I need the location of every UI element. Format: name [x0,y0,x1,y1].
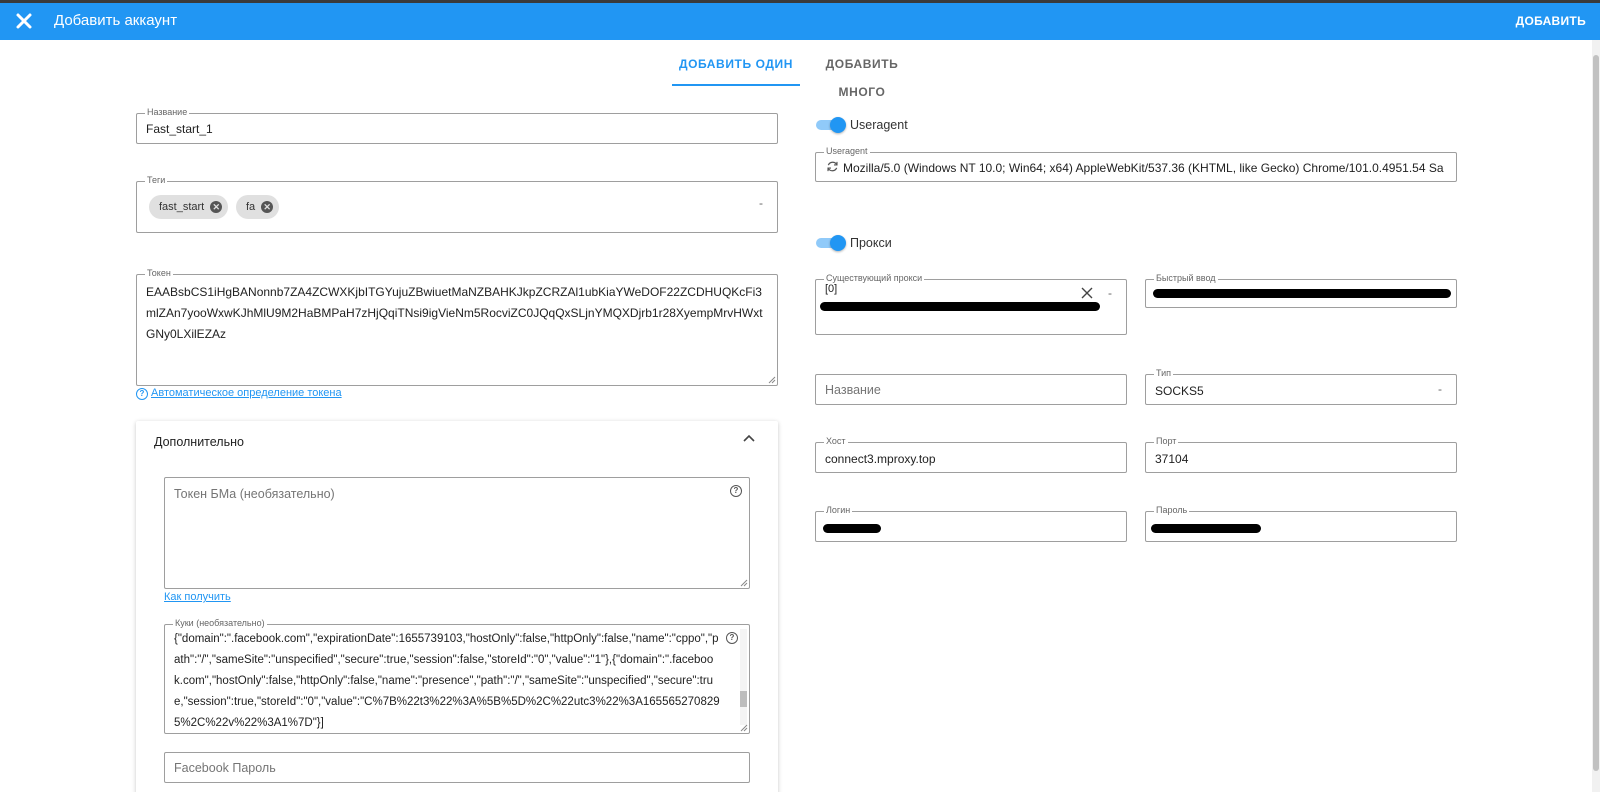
password-field[interactable]: Пароль [1145,505,1457,542]
bm-token-field[interactable]: Токен БМа (необязательно) ? [164,477,750,589]
host-value: connect3.mproxy.top [825,452,936,466]
resize-handle-icon[interactable] [740,579,748,587]
chip-remove-icon[interactable]: ✕ [210,201,223,213]
redaction-mark [823,524,881,533]
existing-proxy-field[interactable]: Существующий прокси [0] - [815,273,1127,335]
proxy-type-select[interactable]: Тип SOCKS5 - [1145,368,1457,405]
token-value: EAABsbCS1iHgBANonnb7ZA4ZCWXKjbITGYujuZBw… [146,285,763,341]
quick-input-label: Быстрый ввод [1154,273,1218,284]
password-label: Пароль [1154,505,1190,516]
existing-proxy-value: [0] [825,283,838,295]
close-icon[interactable] [12,9,36,33]
host-field[interactable]: Хост connect3.mproxy.top [815,436,1127,473]
tags-label: Теги [145,175,168,186]
tab-add-many[interactable]: ДОБАВИТЬ МНОГО [802,50,922,99]
login-label: Логин [824,505,853,516]
tag-chip-label: fast_start [159,201,205,213]
proxy-type-dropdown-icon[interactable]: - [1438,382,1442,396]
scrollbar-thumb[interactable] [1593,55,1599,771]
app-bar: Добавить аккаунт ДОБАВИТЬ [0,3,1600,40]
help-circle-icon: ? [136,388,148,400]
host-label: Хост [824,436,848,447]
tags-field[interactable]: Теги fast_start ✕ fa ✕ - [136,175,778,233]
page-scrollbar[interactable] [1592,40,1600,792]
quick-input-field[interactable]: Быстрый ввод [1145,273,1457,308]
clear-icon[interactable] [1081,287,1093,299]
chevron-up-icon[interactable] [742,431,756,445]
token-field[interactable]: Токен EAABsbCS1iHgBANonnb7ZA4ZCWXKjbITGY… [136,268,778,386]
how-to-get-link[interactable]: Как получить [164,591,231,603]
name-value: Fast_start_1 [146,122,213,136]
scrollbar-thumb[interactable] [740,691,747,707]
toggle-knob [830,117,846,133]
port-field[interactable]: Порт 37104 [1145,436,1457,473]
cookies-scroll-area: {"domain":".facebook.com","expirationDat… [165,625,751,733]
redaction-mark [1151,524,1261,533]
dialog-title: Добавить аккаунт [54,12,178,29]
resize-handle-icon[interactable] [768,376,776,384]
cookies-field[interactable]: Куки (необязательно) {"domain":".faceboo… [164,618,751,734]
useragent-value: Mozilla/5.0 (Windows NT 10.0; Win64; x64… [843,161,1444,175]
extra-panel-title[interactable]: Дополнительно [154,435,244,449]
tags-dropdown-icon[interactable]: - [759,196,763,210]
tag-chip: fast_start ✕ [149,195,229,219]
resize-handle-icon[interactable] [740,724,748,732]
fb-password-field[interactable]: Facebook Пароль [164,752,750,783]
cookies-scrollbar[interactable] [740,629,747,725]
cookies-value: {"domain":".facebook.com","expirationDat… [174,633,720,729]
redaction-mark [1153,289,1451,298]
extra-panel: Дополнительно Токен БМа (необязательно) … [136,421,778,792]
tag-chip-label: fa [246,201,256,213]
help-circle-icon[interactable]: ? [730,485,742,497]
useragent-toggle[interactable] [816,117,846,133]
useragent-toggle-label: Useragent [850,118,908,132]
help-circle-icon[interactable]: ? [726,632,738,644]
useragent-clip: Mozilla/5.0 (Windows NT 10.0; Win64; x64… [843,153,1455,181]
toggle-knob [830,235,846,251]
add-button[interactable]: ДОБАВИТЬ [1516,14,1586,28]
existing-proxy-dropdown-icon[interactable]: - [1108,286,1112,300]
proxy-name-field[interactable]: Название [815,374,1127,405]
existing-proxy-label: Существующий прокси [824,273,925,284]
port-value: 37104 [1155,452,1189,466]
tab-add-one[interactable]: ДОБАВИТЬ ОДИН [672,50,800,86]
chip-remove-icon[interactable]: ✕ [261,201,274,213]
fb-password-placeholder: Facebook Пароль [174,761,276,775]
redaction-mark [820,302,1100,311]
token-auto-detect-link[interactable]: Автоматическое определение токена [151,387,342,399]
useragent-field[interactable]: Useragent Mozilla/5.0 (Windows NT 10.0; … [815,146,1457,182]
port-label: Порт [1154,436,1179,447]
refresh-icon[interactable] [826,160,839,173]
proxy-name-placeholder: Название [825,383,881,397]
login-field[interactable]: Логин [815,505,1127,542]
proxy-type-value: SOCKS5 [1155,384,1204,398]
proxy-toggle[interactable] [816,235,846,251]
name-label: Название [145,107,190,118]
proxy-type-label: Тип [1154,368,1174,379]
token-label: Токен [145,268,173,279]
tag-chip: fa ✕ [236,195,280,219]
bm-token-placeholder: Токен БМа (необязательно) [174,487,335,501]
proxy-toggle-label: Прокси [850,236,892,250]
name-field[interactable]: Название Fast_start_1 [136,107,778,144]
